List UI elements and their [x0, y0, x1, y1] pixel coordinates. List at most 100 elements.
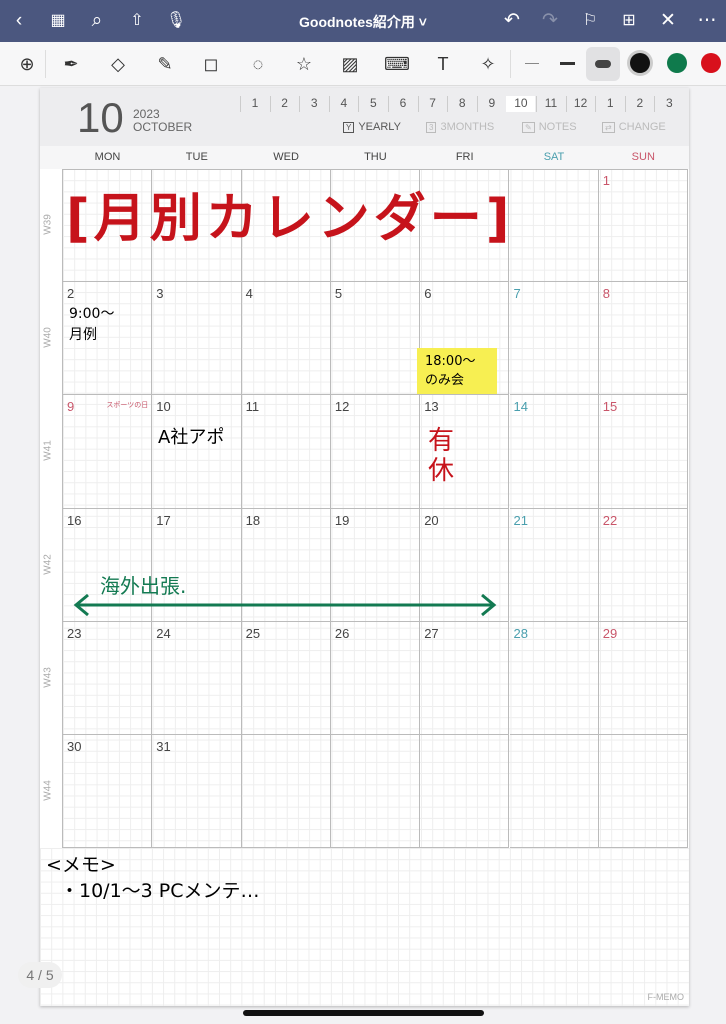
day-cell[interactable]: [420, 735, 510, 849]
month-tab[interactable]: 7: [417, 96, 447, 112]
zoom-window-icon[interactable]: ⊕: [14, 52, 40, 76]
view-button-3months[interactable]: 3 3MONTHS: [426, 121, 494, 133]
day-cell[interactable]: 9 スポーツの日: [63, 395, 153, 509]
week-label: W41: [42, 440, 54, 462]
page-indicator[interactable]: 4 / 5: [18, 962, 62, 988]
day-cell[interactable]: [330, 735, 421, 849]
day-cell[interactable]: [509, 169, 599, 283]
day-cell[interactable]: 8: [598, 282, 689, 396]
day-cell[interactable]: 30: [63, 735, 153, 849]
handwritten-note-oct13: 有 休: [428, 426, 455, 486]
view-button-notes[interactable]: ✎ NOTES: [522, 121, 577, 133]
day-cell[interactable]: 31: [152, 735, 242, 849]
month-tab[interactable]: 12: [565, 96, 595, 112]
month-tab[interactable]: 4: [328, 96, 358, 112]
add-page-icon[interactable]: ⊞: [616, 8, 642, 34]
close-icon[interactable]: ✕: [655, 8, 681, 34]
day-number: 14: [513, 399, 528, 415]
day-cell[interactable]: 4: [241, 282, 331, 396]
day-number: 19: [334, 512, 350, 528]
month-tab[interactable]: 2: [269, 96, 299, 112]
month-tab[interactable]: 6: [388, 96, 417, 112]
undo-icon[interactable]: ↶: [499, 8, 525, 34]
view-label: YEARLY: [358, 121, 401, 133]
view-icon: ⇄: [602, 122, 615, 133]
day-cell[interactable]: 10: [152, 395, 242, 509]
color-green[interactable]: [667, 53, 687, 73]
day-number: 24: [156, 625, 171, 641]
day-number: 1: [602, 173, 611, 188]
lasso-icon[interactable]: ◌: [245, 52, 271, 76]
day-number: 29: [602, 625, 618, 641]
month-tab[interactable]: 9: [476, 96, 506, 112]
day-cell[interactable]: 27: [420, 621, 510, 735]
eraser-icon[interactable]: ◇: [105, 52, 131, 76]
day-number: 20: [424, 512, 439, 528]
color-red[interactable]: [701, 53, 721, 73]
thin-stroke-option[interactable]: [525, 63, 539, 64]
day-cell[interactable]: 15: [598, 395, 689, 509]
month-tab[interactable]: 5: [358, 96, 387, 112]
day-cell[interactable]: 25: [241, 621, 331, 735]
day-cell[interactable]: 22: [598, 508, 689, 622]
day-number: 11: [245, 399, 260, 415]
more-icon[interactable]: ⋯: [694, 8, 720, 34]
day-cell[interactable]: 28: [509, 621, 599, 735]
day-number: 26: [334, 625, 350, 641]
thick-stroke-option[interactable]: [586, 47, 620, 81]
weekday-sat: SAT: [543, 151, 565, 163]
month-tab[interactable]: 11: [536, 96, 565, 112]
day-cell[interactable]: 3: [152, 282, 242, 396]
highlighter-icon[interactable]: ✎: [152, 52, 178, 76]
day-cell[interactable]: [509, 735, 599, 849]
weekday-mon: MON: [94, 151, 121, 163]
shapes-icon[interactable]: ◻: [198, 52, 224, 76]
day-cell[interactable]: 11: [241, 395, 331, 509]
month-tab[interactable]: 10: [506, 96, 536, 112]
day-cell[interactable]: 7: [509, 282, 599, 396]
day-cell[interactable]: 14: [509, 395, 599, 509]
text-tool-icon[interactable]: T: [430, 52, 456, 76]
medium-stroke-option[interactable]: [560, 62, 575, 65]
month-name: OCTOBER: [133, 120, 193, 134]
image-icon[interactable]: ▨: [337, 52, 363, 76]
year-month-label: 2023 OCTOBER: [133, 108, 192, 134]
day-number: 27: [424, 625, 439, 641]
trip-arrow: [73, 593, 497, 617]
month-number: 10: [77, 94, 124, 141]
month-tab[interactable]: 2: [624, 96, 654, 112]
home-indicator[interactable]: [243, 1010, 484, 1016]
weekday-header: MON TUE WED THU FRI SAT SUN: [40, 146, 689, 169]
day-cell[interactable]: [241, 735, 331, 849]
month-tab[interactable]: 3: [654, 96, 683, 112]
day-number: 18: [245, 512, 261, 528]
keyboard-icon[interactable]: ⌨: [384, 52, 410, 76]
view-button-yearly[interactable]: Y YEARLY: [343, 121, 401, 133]
month-tab[interactable]: 1: [240, 96, 269, 112]
day-cell[interactable]: 21: [509, 508, 599, 622]
memo-area[interactable]: <メモ> ・10/1〜3 PCメンテ… F-MEMO: [40, 848, 689, 1006]
day-cell[interactable]: 26: [330, 621, 421, 735]
view-button-change[interactable]: ⇄ CHANGE: [602, 121, 666, 133]
pen-icon[interactable]: ✒: [58, 52, 84, 76]
day-number: 7: [513, 286, 521, 302]
day-cell[interactable]: [598, 735, 689, 849]
day-cell[interactable]: 5: [330, 282, 421, 396]
month-tab[interactable]: 1: [595, 96, 624, 112]
day-number: 4: [245, 286, 253, 302]
day-cell[interactable]: 12: [330, 395, 421, 509]
day-cell[interactable]: 1: [598, 169, 689, 283]
redo-icon[interactable]: ↷: [537, 8, 563, 34]
day-cell[interactable]: 29: [598, 621, 689, 735]
elements-icon[interactable]: ☆: [291, 52, 317, 76]
day-cell[interactable]: 24: [152, 621, 242, 735]
month-tab[interactable]: 3: [299, 96, 328, 112]
laser-pointer-icon[interactable]: ✧: [475, 52, 501, 76]
planner-page: 10 2023 OCTOBER 1 2 3 4 5 6 7 8 9 10 11 12 1 2 3 Y YEARL…: [40, 88, 689, 1006]
month-tab[interactable]: 8: [447, 96, 476, 112]
day-cell[interactable]: 23: [63, 621, 153, 735]
day-number: 30: [67, 739, 82, 754]
bookmark-icon[interactable]: ⚐: [577, 8, 603, 34]
color-black[interactable]: [630, 53, 650, 73]
handwritten-note-oct6: 18:00〜 のみ会: [425, 354, 476, 388]
